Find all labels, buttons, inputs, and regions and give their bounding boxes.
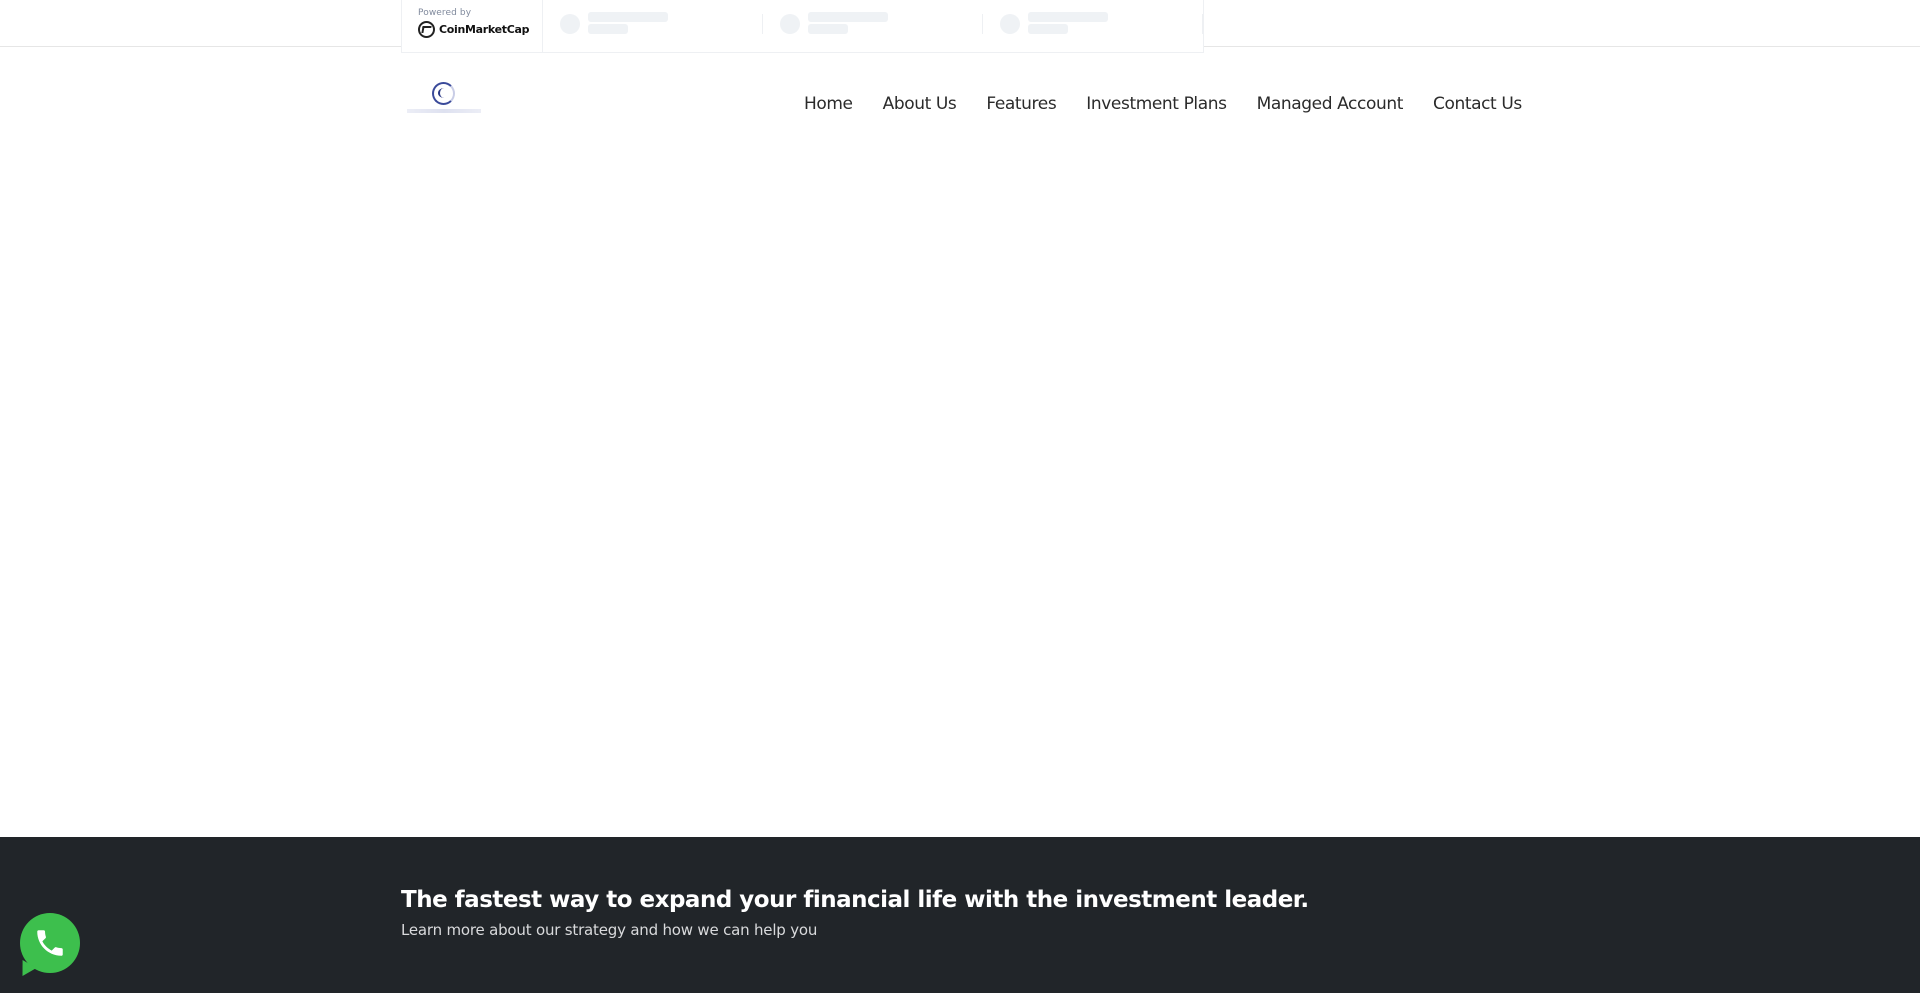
cta-subtitle: Learn more about our strategy and how we… <box>401 921 818 939</box>
crypto-ticker-bar: Powered by CoinMarketCap <box>0 0 1920 53</box>
coin-placeholder-icon <box>1000 14 1020 34</box>
nav-item-investment-plans[interactable]: Investment Plans <box>1086 94 1227 114</box>
whatsapp-phone-icon <box>37 930 63 956</box>
divider <box>1202 14 1203 34</box>
coin-placeholder-price <box>588 24 628 34</box>
coin-placeholder-icon <box>780 14 800 34</box>
nav-item-about-us[interactable]: About Us <box>883 94 957 114</box>
coin-placeholder-price <box>1028 24 1068 34</box>
coin-placeholder-name <box>808 12 888 22</box>
logo-mark-icon <box>432 82 455 105</box>
coinmarketcap-widget: Powered by CoinMarketCap <box>401 0 1204 53</box>
coin-placeholder-name <box>588 12 668 22</box>
coin-placeholder-price <box>808 24 848 34</box>
coin-placeholder-name <box>1028 12 1108 22</box>
nav-item-contact-us[interactable]: Contact Us <box>1433 94 1522 114</box>
coinmarketcap-logo-icon <box>418 21 435 38</box>
cmc-brand[interactable]: CoinMarketCap <box>418 21 542 38</box>
site-logo[interactable] <box>407 80 487 116</box>
nav-item-features[interactable]: Features <box>986 94 1056 114</box>
nav-item-managed-account[interactable]: Managed Account <box>1257 94 1404 114</box>
coin-placeholder <box>983 0 1203 52</box>
cmc-brand-name: CoinMarketCap <box>439 23 530 36</box>
site-header: Home About Us Features Investment Plans … <box>0 48 1920 158</box>
main-nav: Home About Us Features Investment Plans … <box>789 94 1537 114</box>
coin-placeholder-icon <box>560 14 580 34</box>
powered-by-block[interactable]: Powered by CoinMarketCap <box>402 0 543 52</box>
logo-tagline <box>407 109 481 113</box>
cta-footer-band: The fastest way to expand your financial… <box>0 837 1920 993</box>
whatsapp-chat-button[interactable] <box>20 913 80 973</box>
nav-item-home[interactable]: Home <box>804 94 853 114</box>
coin-placeholder <box>763 0 983 52</box>
coin-placeholder <box>543 0 763 52</box>
cta-title: The fastest way to expand your financial… <box>401 887 1309 913</box>
powered-by-label: Powered by <box>418 8 472 18</box>
